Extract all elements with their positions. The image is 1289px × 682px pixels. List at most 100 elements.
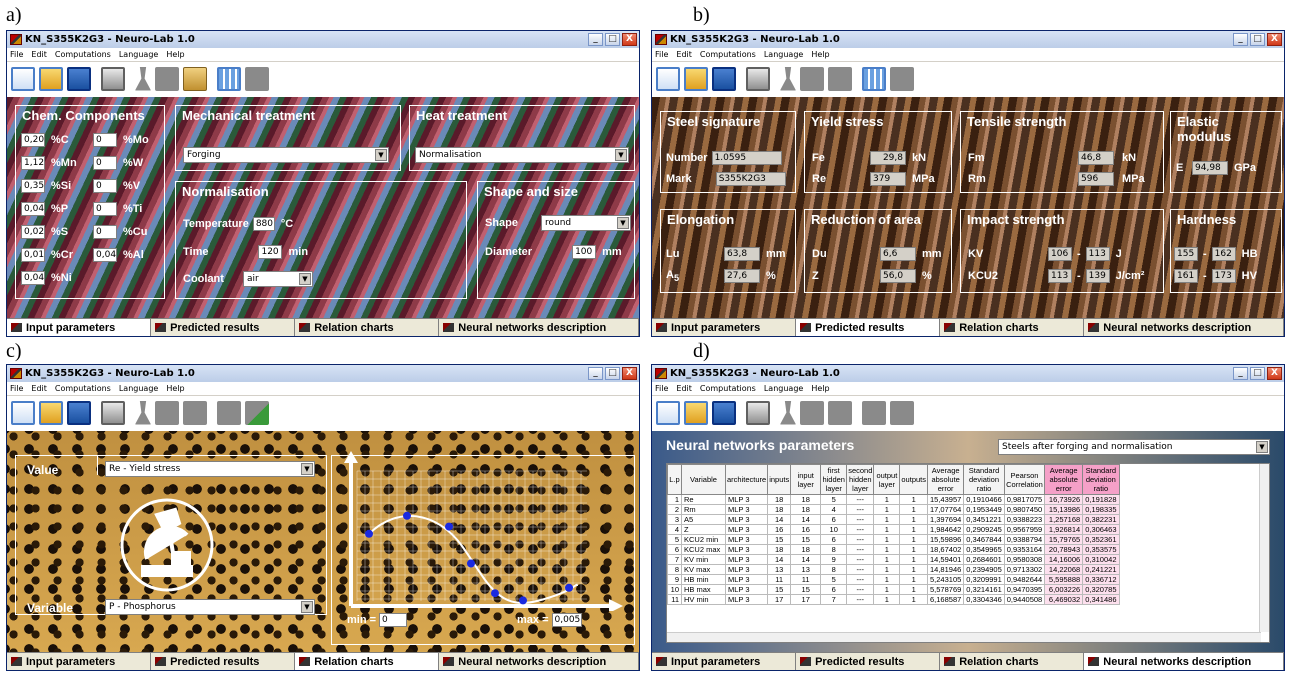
chem-input[interactable]: 0,35 [21, 179, 45, 193]
new-file-icon[interactable] [656, 66, 680, 91]
table-row[interactable]: 7 KV min MLP 3 14 14 9 --- 1 1 14,59401 0,2684601 0… [667, 554, 1120, 565]
open-folder-icon[interactable] [39, 400, 63, 425]
tab-input-parameters[interactable]: Input parameters [7, 319, 152, 336]
menu-file[interactable]: File [655, 50, 668, 59]
print-icon[interactable] [101, 400, 125, 425]
table-row[interactable]: 2 Rm MLP 3 18 18 4 --- 1 1 17,07764 0,1953449 0,980… [667, 504, 1120, 515]
chevron-down-icon[interactable]: ▼ [615, 149, 627, 161]
export-icon[interactable] [245, 400, 269, 425]
table-row[interactable]: 1 Re MLP 3 18 18 5 --- 1 1 15,43957 0,1910466 0,981… [667, 494, 1120, 505]
chevron-down-icon[interactable]: ▼ [617, 217, 629, 229]
print-icon[interactable] [746, 66, 770, 91]
minimize-button[interactable]: _ [1233, 33, 1248, 46]
menu-help[interactable]: Help [166, 50, 184, 59]
table-row[interactable]: 3 A5 MLP 3 14 14 6 --- 1 1 1,397694 0,3451221 0,938… [667, 514, 1120, 525]
menu-file[interactable]: File [10, 50, 23, 59]
table-row[interactable]: 11 HV min MLP 3 17 17 7 --- 1 1 6,168587 0,3304346… [667, 594, 1120, 605]
chem-input[interactable]: 0 [93, 156, 117, 170]
menu-language[interactable]: Language [764, 50, 803, 59]
calculator-icon[interactable] [217, 400, 241, 425]
tab-input-parameters[interactable]: Input parameters [652, 653, 797, 670]
menu-help[interactable]: Help [811, 50, 829, 59]
tab-relation-charts[interactable]: Relation charts [940, 319, 1085, 336]
close-button[interactable]: X [1267, 367, 1282, 380]
paste-icon[interactable] [183, 400, 207, 425]
table-row[interactable]: 8 KV max MLP 3 13 13 8 --- 1 1 14,81946 0,2394905 0… [667, 564, 1120, 575]
chem-input[interactable]: 0,04 [93, 248, 117, 262]
print-icon[interactable] [746, 400, 770, 425]
paste-icon[interactable] [828, 400, 852, 425]
shape-select[interactable]: round ▼ [541, 215, 631, 231]
table-row[interactable]: 6 KCU2 max MLP 3 18 18 8 --- 1 1 18,67402 0,354996… [667, 544, 1120, 555]
heat-treatment-select[interactable]: Normalisation ▼ [415, 147, 629, 163]
chem-input[interactable]: 0 [93, 202, 117, 216]
column-header[interactable]: Pearson Correlation [1003, 464, 1046, 495]
chem-input[interactable]: 0 [93, 133, 117, 147]
value-select[interactable]: Re - Yield stress ▼ [105, 461, 315, 477]
maximize-button[interactable]: □ [605, 367, 620, 380]
menu-computations[interactable]: Computations [55, 384, 111, 393]
calculator-icon[interactable] [862, 400, 886, 425]
table-row[interactable]: 5 KCU2 min MLP 3 15 15 6 --- 1 1 15,59896 0,346784… [667, 534, 1120, 545]
chevron-down-icon[interactable]: ▼ [375, 149, 387, 161]
calculator-icon[interactable] [862, 66, 886, 91]
column-header[interactable]: architecture [724, 464, 769, 495]
close-button[interactable]: X [1267, 33, 1282, 46]
tab-input-parameters[interactable]: Input parameters [652, 319, 797, 336]
menu-edit[interactable]: Edit [676, 384, 692, 393]
copy-icon[interactable] [800, 66, 824, 91]
chem-input[interactable]: 0 [93, 225, 117, 239]
min-input[interactable]: 0 [379, 613, 408, 627]
column-header[interactable]: first hidden layer [820, 464, 848, 495]
menu-edit[interactable]: Edit [31, 384, 47, 393]
vertical-scrollbar[interactable] [1259, 464, 1269, 632]
chevron-down-icon[interactable]: ▼ [301, 463, 313, 475]
new-file-icon[interactable] [11, 66, 35, 91]
export-icon[interactable] [890, 66, 914, 91]
chem-input[interactable]: 0 [93, 179, 117, 193]
menu-language[interactable]: Language [119, 384, 158, 393]
minimize-button[interactable]: _ [588, 367, 603, 380]
new-file-icon[interactable] [11, 400, 35, 425]
cut-icon[interactable] [780, 400, 796, 425]
table-row[interactable]: 9 HB min MLP 3 11 11 5 --- 1 1 5,243105 0,3209991 0… [667, 574, 1120, 585]
chem-input[interactable]: 1,12 [21, 156, 45, 170]
paste-icon[interactable] [828, 66, 852, 91]
minimize-button[interactable]: _ [1233, 367, 1248, 380]
column-header[interactable]: L.p [667, 464, 682, 495]
chem-input[interactable]: 0,04 [21, 202, 45, 216]
export-icon[interactable] [890, 400, 914, 425]
tab-relation-charts[interactable]: Relation charts [295, 319, 440, 336]
menu-language[interactable]: Language [764, 384, 803, 393]
cut-icon[interactable] [135, 400, 151, 425]
tab-neural-networks-description[interactable]: Neural networks description [439, 653, 639, 670]
menu-language[interactable]: Language [119, 50, 158, 59]
chevron-down-icon[interactable]: ▼ [299, 273, 311, 285]
column-header[interactable]: output layer [873, 464, 901, 495]
column-header[interactable]: Standard deviation ratio [1082, 464, 1120, 495]
variable-select[interactable]: P - Phosphorus ▼ [105, 599, 315, 615]
close-button[interactable]: X [622, 33, 637, 46]
menu-edit[interactable]: Edit [676, 50, 692, 59]
tab-relation-charts[interactable]: Relation charts [940, 653, 1085, 670]
copy-icon[interactable] [155, 66, 179, 91]
menu-file[interactable]: File [10, 384, 23, 393]
steel-group-select[interactable]: Steels after forging and normalisation ▼ [998, 439, 1270, 455]
calculator-icon[interactable] [217, 66, 241, 91]
menu-computations[interactable]: Computations [700, 384, 756, 393]
new-file-icon[interactable] [656, 400, 680, 425]
time-input[interactable]: 120 [258, 245, 283, 259]
maximize-button[interactable]: □ [1250, 33, 1265, 46]
temperature-input[interactable]: 880 [252, 217, 275, 231]
tab-relation-charts[interactable]: Relation charts [295, 653, 440, 670]
table-row[interactable]: 10 HB max MLP 3 15 15 6 --- 1 1 5,578769 0,3214161… [667, 584, 1120, 595]
column-header[interactable]: Average absolute error [926, 464, 965, 495]
minimize-button[interactable]: _ [588, 33, 603, 46]
tab-predicted-results[interactable]: Predicted results [151, 653, 296, 670]
open-folder-icon[interactable] [684, 66, 708, 91]
save-icon[interactable] [712, 66, 736, 91]
chevron-down-icon[interactable]: ▼ [1256, 441, 1268, 453]
column-header[interactable]: outputs [899, 464, 928, 495]
copy-icon[interactable] [155, 400, 179, 425]
column-header[interactable]: inputs [767, 464, 792, 495]
